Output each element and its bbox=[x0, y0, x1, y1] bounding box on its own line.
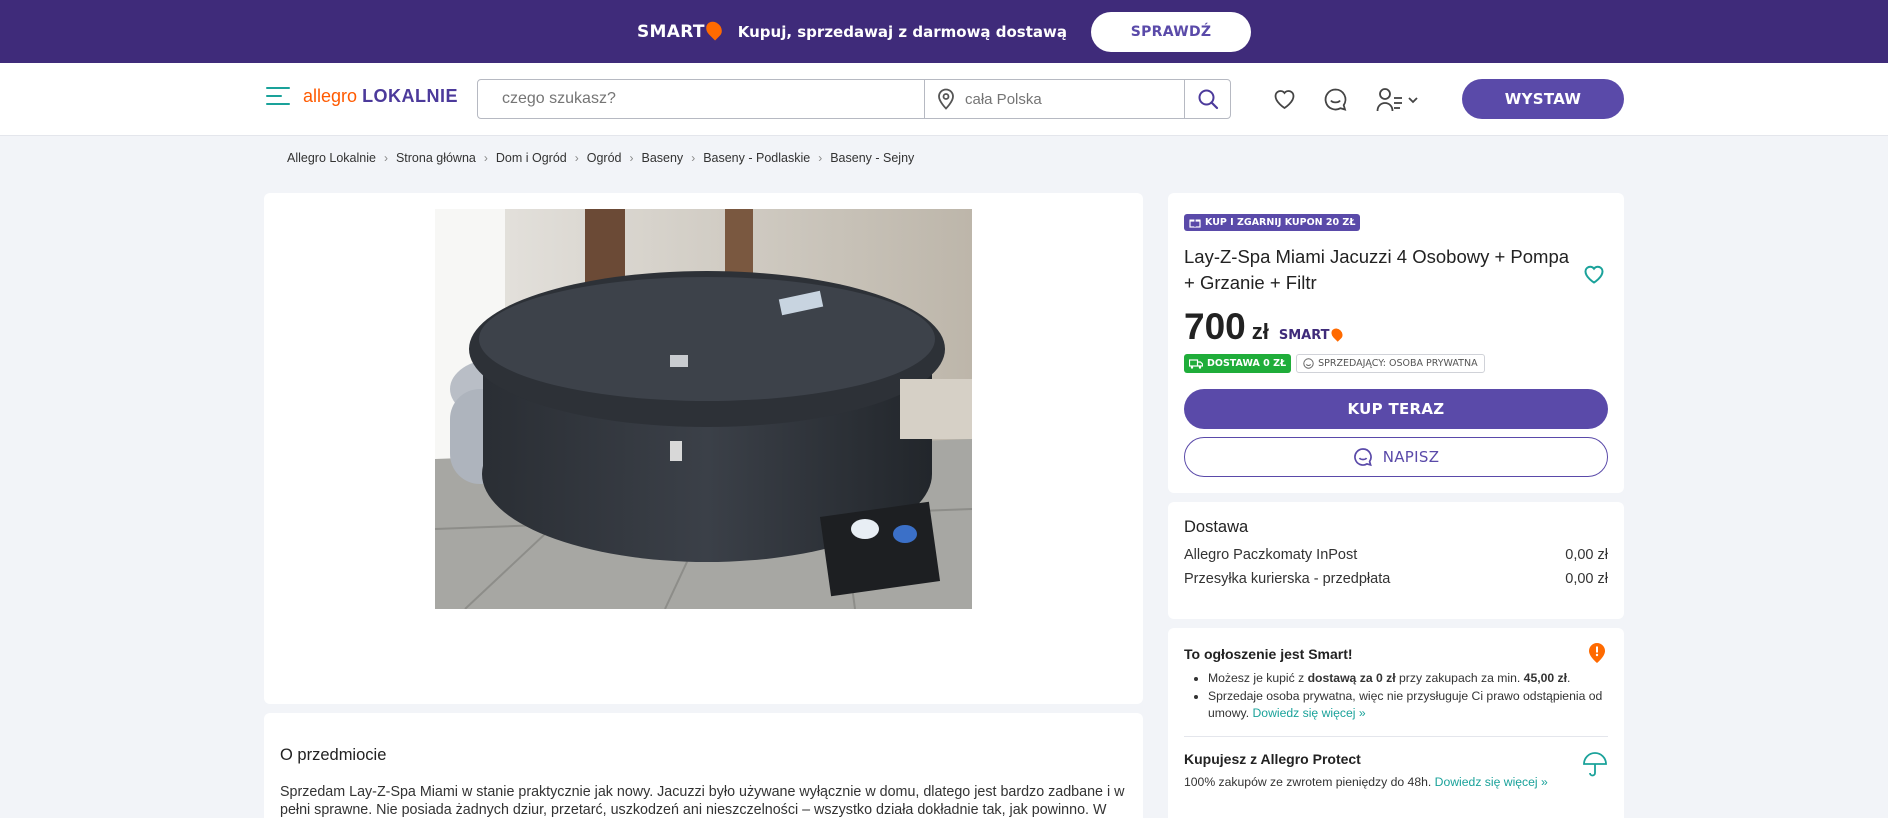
location-field[interactable] bbox=[924, 80, 1184, 118]
delivery-option: Allegro Paczkomaty InPost 0,00 zł bbox=[1184, 547, 1608, 563]
smart-promo-bar: SMART Kupuj, sprzedawaj z darmową dostaw… bbox=[0, 0, 1888, 63]
message-seller-button[interactable]: NAPISZ bbox=[1184, 437, 1608, 477]
delivery-option-name: Przesyłka kurierska - przedpłata bbox=[1184, 571, 1391, 587]
smart-logo-text: SMART bbox=[636, 21, 705, 42]
delivery-option-price: 0,00 zł bbox=[1565, 571, 1608, 587]
menu-icon[interactable] bbox=[266, 87, 290, 107]
breadcrumb-item[interactable]: Dom i Ogród bbox=[496, 151, 567, 165]
delivery-option-price: 0,00 zł bbox=[1565, 547, 1608, 563]
breadcrumb-item[interactable]: Ogród bbox=[587, 151, 622, 165]
breadcrumb: Allegro Lokalnie › Strona główna › Dom i O… bbox=[287, 151, 914, 165]
free-delivery-text: DOSTAWA 0 ZŁ bbox=[1207, 358, 1287, 369]
logo-allegro-text: allegro bbox=[303, 86, 358, 106]
location-input[interactable] bbox=[965, 90, 1165, 108]
umbrella-icon bbox=[1583, 752, 1607, 777]
chat-icon bbox=[1353, 448, 1372, 467]
heart-icon[interactable] bbox=[1272, 87, 1297, 111]
promo-text: Kupuj, sprzedawaj z darmową dostawą bbox=[737, 22, 1068, 41]
offer-badges: DOSTAWA 0 ZŁ SPRZEDAJĄCY: OSOBA PRYWATNA bbox=[1184, 354, 1608, 373]
seller-type-text: SPRZEDAJĄCY: OSOBA PRYWATNA bbox=[1318, 358, 1478, 369]
smart-info-card: To ogłoszenie jest Smart! Możesz je kupi… bbox=[1168, 628, 1624, 818]
chevron-right-icon: › bbox=[629, 151, 634, 165]
coupon-text: KUP I ZGARNIJ KUPON 20 ZŁ bbox=[1205, 217, 1356, 228]
delivery-heading: Dostawa bbox=[1184, 518, 1249, 536]
logo-lokalnie-text: LOKALNIE bbox=[362, 86, 459, 106]
chevron-right-icon: › bbox=[574, 151, 579, 165]
about-item-section: O przedmiocie Sprzedam Lay-Z-Spa Miami w… bbox=[264, 713, 1143, 818]
photo-gallery bbox=[264, 193, 1143, 704]
list-item: Możesz je kupić z dostawą za 0 zł przy z… bbox=[1208, 670, 1608, 687]
search-icon bbox=[1198, 89, 1218, 110]
check-smart-button[interactable]: SPRAWDŹ bbox=[1091, 11, 1252, 52]
user-icon bbox=[1376, 88, 1402, 112]
allegro-lokalnie-logo[interactable]: allegro LOKALNIE bbox=[303, 86, 458, 107]
account-menu[interactable] bbox=[1376, 87, 1419, 113]
chevron-right-icon: › bbox=[383, 151, 388, 165]
delivery-option-name: Allegro Paczkomaty InPost bbox=[1184, 547, 1358, 563]
add-listing-button[interactable]: WYSTAW bbox=[1462, 79, 1624, 119]
free-delivery-badge: DOSTAWA 0 ZŁ bbox=[1184, 354, 1292, 373]
breadcrumb-item[interactable]: Strona główna bbox=[396, 151, 476, 165]
chat-icon[interactable] bbox=[1323, 87, 1348, 112]
gift-icon bbox=[1189, 219, 1201, 228]
delivery-card: Dostawa Allegro Paczkomaty InPost 0,00 z… bbox=[1168, 502, 1624, 619]
heart-icon[interactable] bbox=[1582, 263, 1606, 285]
price-value: 700 bbox=[1184, 306, 1246, 347]
protect-heading: Kupujesz z Allegro Protect bbox=[1184, 751, 1361, 767]
learn-more-link[interactable]: Dowiedz się więcej » bbox=[1252, 706, 1365, 720]
breadcrumb-item[interactable]: Baseny bbox=[641, 151, 683, 165]
breadcrumb-item[interactable]: Baseny - Sejny bbox=[830, 151, 914, 165]
location-pin-icon bbox=[938, 88, 954, 110]
product-photo[interactable] bbox=[435, 209, 972, 609]
smart-badge: SMART bbox=[1278, 325, 1345, 343]
chevron-right-icon: › bbox=[818, 151, 823, 165]
breadcrumb-item[interactable]: Allegro Lokalnie bbox=[287, 151, 376, 165]
product-title: Lay-Z-Spa Miami Jacuzzi 4 Osobowy + Pomp… bbox=[1184, 246, 1570, 293]
search-bar bbox=[477, 79, 1231, 119]
truck-icon bbox=[1189, 358, 1203, 369]
divider bbox=[1184, 736, 1608, 737]
site-header: allegro LOKALNIE WYSTAW bbox=[0, 63, 1888, 136]
smart-badge-text: SMART bbox=[1278, 328, 1330, 343]
smart-info-list: Możesz je kupić z dostawą za 0 zł przy z… bbox=[1184, 670, 1608, 722]
about-heading: O przedmiocie bbox=[280, 746, 387, 764]
price-row: 700 zł SMART bbox=[1184, 306, 1608, 348]
offer-card: KUP I ZGARNIJ KUPON 20 ZŁ Lay-Z-Spa Miam… bbox=[1168, 193, 1624, 493]
smart-pin-icon bbox=[1328, 325, 1345, 342]
search-button[interactable] bbox=[1184, 80, 1230, 118]
coupon-badge: KUP I ZGARNIJ KUPON 20 ZŁ bbox=[1184, 214, 1361, 231]
chevron-right-icon: › bbox=[691, 151, 696, 165]
smart-info-heading: To ogłoszenie jest Smart! bbox=[1184, 646, 1353, 662]
smiley-icon bbox=[1303, 358, 1314, 369]
breadcrumb-item[interactable]: Baseny - Podlaskie bbox=[703, 151, 810, 165]
smart-logo: SMART bbox=[636, 18, 725, 42]
protect-description: 100% zakupów ze zwrotem pieniędzy do 48h… bbox=[1184, 775, 1548, 789]
smart-pin-icon bbox=[702, 18, 725, 41]
seller-type-badge: SPRZEDAJĄCY: OSOBA PRYWATNA bbox=[1296, 354, 1485, 373]
message-button-label: NAPISZ bbox=[1382, 448, 1440, 466]
buy-now-button[interactable]: KUP TERAZ bbox=[1184, 389, 1608, 429]
price-currency: zł bbox=[1251, 319, 1269, 344]
list-item: Sprzedaje osoba prywatna, więc nie przys… bbox=[1208, 688, 1608, 722]
search-input[interactable] bbox=[478, 80, 924, 118]
chevron-down-icon bbox=[1408, 97, 1418, 104]
about-description: Sprzedam Lay-Z-Spa Miami w stanie prakty… bbox=[280, 784, 1125, 818]
chevron-right-icon: › bbox=[483, 151, 488, 165]
smart-pin-icon bbox=[1589, 643, 1605, 663]
learn-more-link[interactable]: Dowiedz się więcej » bbox=[1435, 775, 1548, 789]
delivery-option: Przesyłka kurierska - przedpłata 0,00 zł bbox=[1184, 571, 1608, 587]
